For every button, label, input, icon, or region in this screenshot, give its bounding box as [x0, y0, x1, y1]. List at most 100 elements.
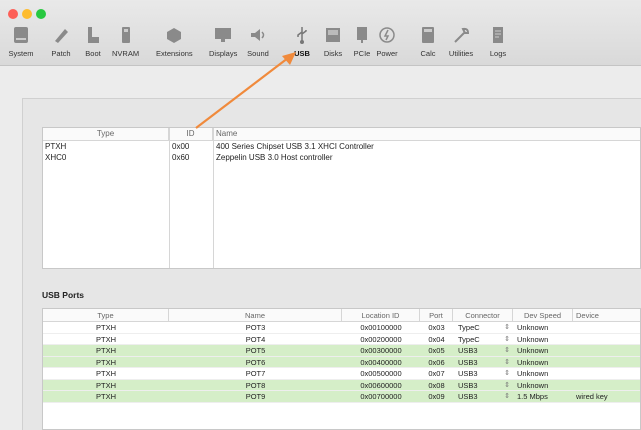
connector-select[interactable]: USB3 ⇕: [453, 368, 513, 379]
port-type: PTXH: [95, 346, 116, 355]
toolbar-power[interactable]: Power: [374, 22, 400, 62]
column-header-port[interactable]: Port: [420, 309, 453, 321]
updown-arrows-icon: ⇕: [504, 358, 510, 366]
table-row[interactable]: PTXH POT7 0x00500000 0x07 USB3 ⇕ Unknown: [43, 368, 640, 380]
table-row[interactable]: XHC0 0x60 Zeppelin USB 3.0 Host controll…: [43, 152, 640, 163]
boot-icon: [80, 22, 106, 48]
logs-icon: [485, 22, 511, 48]
port-location-id: 0x00400000: [360, 357, 402, 367]
toolbar-usb[interactable]: USB: [285, 20, 319, 64]
toolbar-system[interactable]: System: [8, 22, 34, 62]
device-name: [573, 334, 640, 345]
port-type: PTXH: [95, 369, 116, 378]
dev-speed: Unknown: [517, 346, 549, 355]
table-row[interactable]: PTXH POT4 0x00200000 0x04 TypeC ⇕ Unknown: [43, 334, 640, 345]
device-name: [573, 345, 640, 356]
toolbar-calc[interactable]: Calc: [415, 22, 441, 62]
connector-select[interactable]: USB3 ⇕: [453, 380, 513, 391]
monitor-icon: [210, 22, 236, 48]
table-row[interactable]: PTXH POT9 0x00700000 0x09 USB3 ⇕ 1.5 Mbps wired…: [43, 391, 640, 403]
toolbar-sound[interactable]: Sound: [245, 22, 271, 62]
port-location-id: 0x00100000: [360, 323, 402, 332]
wrench-icon: [448, 22, 474, 48]
port-number: 0x07: [428, 369, 445, 378]
controller-type: PTXH: [45, 142, 67, 151]
device-name: [573, 368, 640, 379]
toolbar-utilities[interactable]: Utilities: [448, 22, 474, 62]
port-number: 0x04: [428, 334, 445, 344]
controller-type: XHC0: [45, 153, 67, 162]
connector-select[interactable]: USB3 ⇕: [453, 391, 513, 402]
column-header-dev-speed[interactable]: Dev Speed: [513, 309, 573, 321]
table-row[interactable]: PTXH POT5 0x00300000 0x05 USB3 ⇕ Unknown: [43, 345, 640, 357]
toolbar-displays[interactable]: Displays: [209, 22, 237, 62]
usb-icon: [289, 22, 315, 48]
speaker-icon: [245, 22, 271, 48]
column-header-id[interactable]: ID: [169, 128, 213, 140]
port-name: POT8: [245, 380, 266, 390]
port-number: 0x06: [428, 357, 445, 367]
ports-table-header: Type Name Location ID Port Connector Dev…: [43, 309, 640, 322]
usb-ports-title: USB Ports: [42, 290, 85, 300]
updown-arrows-icon: ⇕: [504, 370, 510, 377]
pencil-icon: [48, 22, 74, 48]
port-type: PTXH: [95, 334, 116, 344]
column-header-location-id[interactable]: Location ID: [342, 309, 420, 321]
toolbar-pcie[interactable]: PCIe: [349, 22, 375, 62]
port-number: 0x09: [428, 392, 445, 401]
controller-name: Zeppelin USB 3.0 Host controller: [216, 153, 333, 162]
port-location-id: 0x00500000: [360, 369, 402, 378]
toolbar-nvram[interactable]: NVRAM: [112, 22, 139, 62]
connector-select[interactable]: USB3 ⇕: [453, 345, 513, 356]
controller-id: 0x60: [172, 153, 190, 162]
column-header-connector[interactable]: Connector: [453, 309, 513, 321]
zoom-window-button[interactable]: [36, 9, 46, 19]
column-header-type[interactable]: Type: [43, 128, 169, 140]
updown-arrows-icon: ⇕: [504, 347, 510, 354]
port-type: PTXH: [95, 357, 116, 367]
controller-name: 400 Series Chipset USB 3.1 XHCI Controll…: [216, 142, 374, 151]
port-location-id: 0x00300000: [360, 346, 402, 355]
port-name: POT6: [245, 357, 266, 367]
disk-icon: [320, 22, 346, 48]
port-name: POT5: [245, 346, 266, 355]
controller-id: 0x00: [172, 142, 190, 151]
dev-speed: Unknown: [517, 369, 549, 378]
table-row[interactable]: PTXH 0x00 400 Series Chipset USB 3.1 XHC…: [43, 141, 640, 152]
port-number: 0x08: [428, 380, 445, 390]
minimize-window-button[interactable]: [22, 9, 32, 19]
device-name: [573, 357, 640, 368]
toolbar-extensions[interactable]: Extensions: [156, 22, 193, 62]
dev-speed: Unknown: [517, 334, 549, 344]
dev-speed: Unknown: [517, 357, 549, 367]
toolbar-logs[interactable]: Logs: [485, 22, 511, 62]
connector-select[interactable]: TypeC ⇕: [453, 322, 513, 333]
column-header-name[interactable]: Name: [169, 309, 342, 321]
pcie-icon: [349, 22, 375, 48]
column-header-type[interactable]: Type: [43, 309, 169, 321]
connector-select[interactable]: TypeC ⇕: [453, 334, 513, 345]
port-name: POT4: [245, 334, 266, 344]
table-row[interactable]: PTXH POT6 0x00400000 0x06 USB3 ⇕ Unknown: [43, 356, 640, 368]
port-location-id: 0x00700000: [360, 392, 402, 401]
column-header-name[interactable]: Name: [213, 128, 640, 140]
device-name: [573, 322, 640, 333]
column-header-device[interactable]: Device: [573, 309, 640, 321]
port-location-id: 0x00600000: [360, 380, 402, 390]
port-name: POT9: [245, 392, 266, 401]
calculator-icon: [415, 22, 441, 48]
toolbar-disks[interactable]: Disks: [320, 22, 346, 62]
updown-arrows-icon: ⇕: [504, 324, 510, 331]
updown-arrows-icon: ⇕: [504, 393, 510, 400]
table-row[interactable]: PTXH POT3 0x00100000 0x03 TypeC ⇕ Unknown: [43, 322, 640, 334]
power-icon: [374, 22, 400, 48]
device-name: [573, 380, 640, 391]
toolbar-boot[interactable]: Boot: [80, 22, 106, 62]
updown-arrows-icon: ⇕: [504, 335, 510, 343]
close-window-button[interactable]: [8, 9, 18, 19]
connector-select[interactable]: USB3 ⇕: [453, 357, 513, 368]
port-number: 0x05: [428, 346, 445, 355]
table-row[interactable]: PTXH POT8 0x00600000 0x08 USB3 ⇕ Unknown: [43, 379, 640, 391]
toolbar-patch[interactable]: Patch: [48, 22, 74, 62]
port-number: 0x03: [428, 323, 445, 332]
